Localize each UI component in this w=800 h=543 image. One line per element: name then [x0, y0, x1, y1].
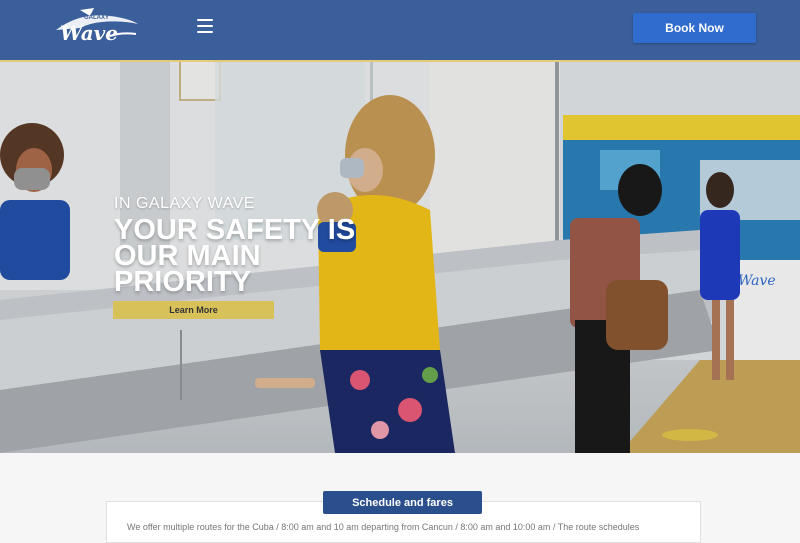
- schedule-intro-text: We offer multiple routes for the Cuba / …: [127, 522, 640, 532]
- site-header: GALAXY Wave Book Now: [0, 0, 800, 62]
- hero-text-block: IN GALAXY WAVE YOUR SAFETY IS OUR MAIN P…: [114, 195, 374, 298]
- schedule-and-fares-button[interactable]: Schedule and fares: [323, 491, 482, 514]
- hero-eyebrow: IN GALAXY WAVE: [114, 195, 255, 212]
- hamburger-menu-icon[interactable]: [197, 19, 213, 33]
- hero-banner: Wave IN GALAXY WAVE YOUR SAFETY IS OUR M…: [0, 60, 800, 453]
- hero-headline-line3: PRIORITY: [114, 266, 251, 298]
- galaxy-wave-logo[interactable]: GALAXY Wave: [50, 6, 142, 46]
- svg-text:Wave: Wave: [60, 21, 118, 45]
- hero-headline: YOUR SAFETY IS OUR MAIN PRIORITY: [114, 216, 374, 298]
- book-now-button[interactable]: Book Now: [633, 13, 756, 43]
- learn-more-button[interactable]: Learn More: [113, 301, 274, 319]
